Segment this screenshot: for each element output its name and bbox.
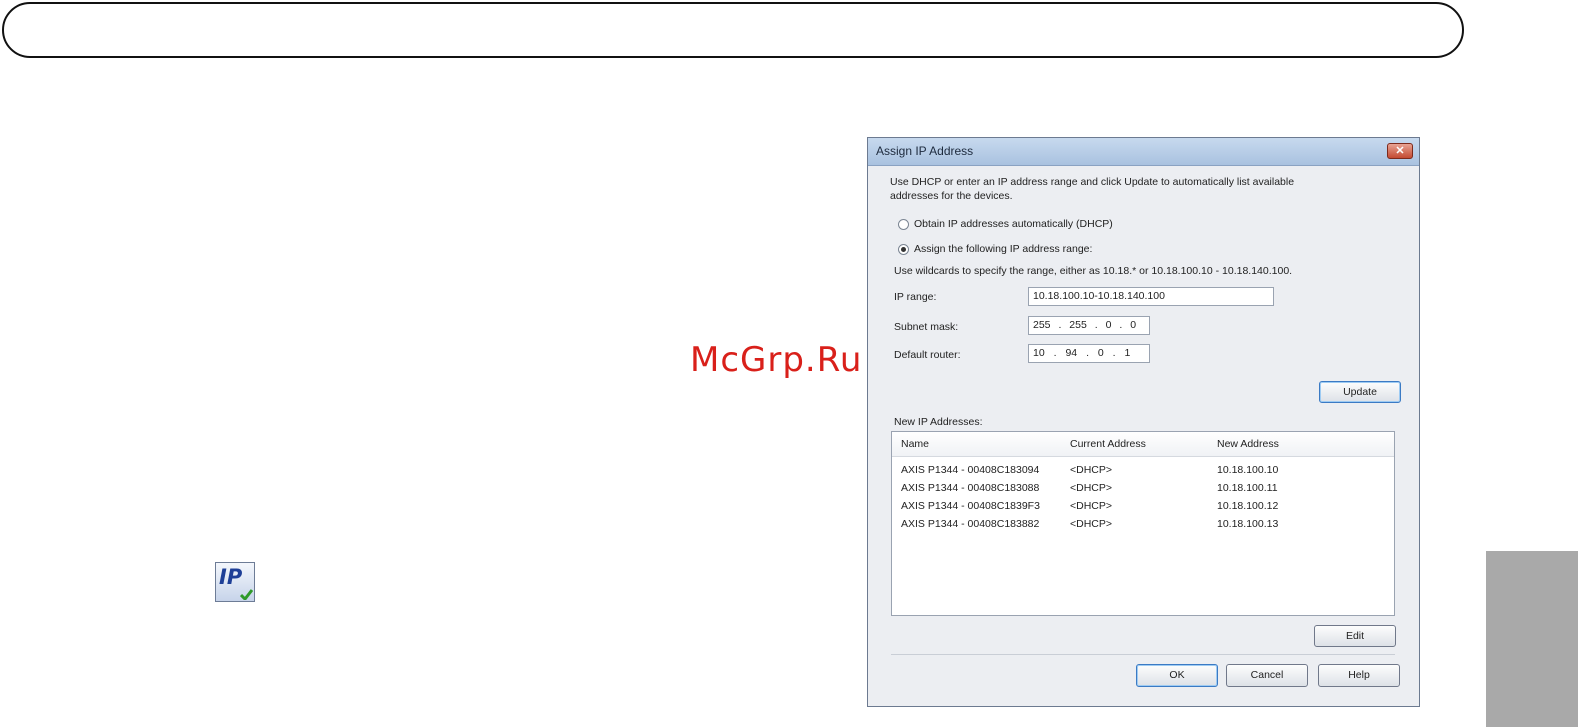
table-row[interactable]: AXIS P1344 - 00408C183094 <DHCP> 10.18.1… bbox=[892, 464, 1394, 481]
divider bbox=[891, 654, 1395, 655]
table-row[interactable]: AXIS P1344 - 00408C1839F3 <DHCP> 10.18.1… bbox=[892, 500, 1394, 517]
subnet-octet-4: 0 bbox=[1130, 319, 1137, 331]
cell-new-address: 10.18.100.10 bbox=[1217, 464, 1279, 476]
description-line-2: addresses for the devices. bbox=[890, 190, 1013, 202]
ip-icon-label: IP bbox=[219, 565, 243, 589]
wildcard-hint: Use wildcards to specify the range, eith… bbox=[894, 265, 1293, 277]
octet-dot: . bbox=[1119, 319, 1123, 331]
router-octet-1: 10 bbox=[1033, 347, 1045, 359]
subnet-mask-label: Subnet mask: bbox=[894, 321, 959, 333]
cell-name: AXIS P1344 - 00408C183882 bbox=[901, 518, 1040, 530]
octet-dot: . bbox=[1058, 319, 1062, 331]
router-octet-3: 0 bbox=[1097, 347, 1104, 359]
octet-dot: . bbox=[1086, 347, 1089, 359]
dhcp-radio[interactable] bbox=[898, 219, 909, 230]
edit-button[interactable]: Edit bbox=[1314, 625, 1396, 647]
description-line-1: Use DHCP or enter an IP address range an… bbox=[890, 176, 1295, 188]
cell-new-address: 10.18.100.11 bbox=[1217, 482, 1278, 494]
cell-new-address: 10.18.100.13 bbox=[1217, 518, 1279, 530]
watermark: McGrp.Ru bbox=[690, 340, 863, 380]
dialog-titlebar: Assign IP Address ✕ bbox=[868, 138, 1419, 166]
cancel-button[interactable]: Cancel bbox=[1226, 664, 1308, 687]
header-bar bbox=[2, 2, 1464, 58]
table-row[interactable]: AXIS P1344 - 00408C183088 <DHCP> 10.18.1… bbox=[892, 482, 1394, 499]
default-router-input[interactable]: 10 . 94 . 0 . 1 bbox=[1028, 344, 1150, 363]
octet-dot: . bbox=[1094, 319, 1098, 331]
subnet-octet-2: 255 bbox=[1069, 319, 1087, 331]
assign-ip-dialog: Assign IP Address ✕ Use DHCP or enter an… bbox=[867, 137, 1420, 707]
range-radio[interactable] bbox=[898, 244, 909, 255]
list-header: Name Current Address New Address bbox=[892, 432, 1394, 457]
cell-current-address: <DHCP> bbox=[1070, 518, 1113, 530]
new-ip-label: New IP Addresses: bbox=[894, 416, 983, 428]
ip-range-input[interactable]: 10.18.100.10-10.18.140.100 bbox=[1028, 287, 1274, 306]
ok-button[interactable]: OK bbox=[1136, 664, 1218, 687]
subnet-mask-input[interactable]: 255 . 255 . 0 . 0 bbox=[1028, 316, 1150, 335]
ip-range-label: IP range: bbox=[894, 291, 937, 303]
table-row[interactable]: AXIS P1344 - 00408C183882 <DHCP> 10.18.1… bbox=[892, 518, 1394, 535]
column-header-new-address[interactable]: New Address bbox=[1217, 438, 1279, 450]
router-octet-2: 94 bbox=[1065, 347, 1078, 359]
subnet-octet-1: 255 bbox=[1033, 319, 1051, 331]
dialog-title: Assign IP Address bbox=[876, 144, 974, 158]
column-header-current-address[interactable]: Current Address bbox=[1070, 438, 1146, 450]
close-button[interactable]: ✕ bbox=[1387, 143, 1413, 159]
help-button[interactable]: Help bbox=[1318, 664, 1400, 687]
ip-address-icon: IP bbox=[215, 562, 255, 602]
cell-new-address: 10.18.100.12 bbox=[1217, 500, 1279, 512]
check-icon bbox=[240, 589, 253, 600]
octet-dot: . bbox=[1112, 347, 1116, 359]
range-option-label[interactable]: Assign the following IP address range: bbox=[914, 243, 1092, 255]
dhcp-option-label[interactable]: Obtain IP addresses automatically (DHCP) bbox=[914, 218, 1113, 230]
cell-current-address: <DHCP> bbox=[1070, 464, 1113, 476]
cell-current-address: <DHCP> bbox=[1070, 500, 1113, 512]
cell-name: AXIS P1344 - 00408C183094 bbox=[901, 464, 1040, 476]
side-tab bbox=[1486, 551, 1578, 727]
cell-name: AXIS P1344 - 00408C183088 bbox=[901, 482, 1040, 494]
cell-name: AXIS P1344 - 00408C1839F3 bbox=[901, 500, 1040, 512]
new-ip-list[interactable]: Name Current Address New Address AXIS P1… bbox=[891, 431, 1395, 616]
octet-dot: . bbox=[1053, 347, 1057, 359]
default-router-label: Default router: bbox=[894, 349, 961, 361]
subnet-octet-3: 0 bbox=[1105, 319, 1112, 331]
close-icon: ✕ bbox=[1395, 145, 1405, 157]
cell-current-address: <DHCP> bbox=[1070, 482, 1113, 494]
column-header-name[interactable]: Name bbox=[901, 438, 929, 450]
update-button[interactable]: Update bbox=[1319, 381, 1401, 403]
router-octet-4: 1 bbox=[1124, 347, 1131, 359]
